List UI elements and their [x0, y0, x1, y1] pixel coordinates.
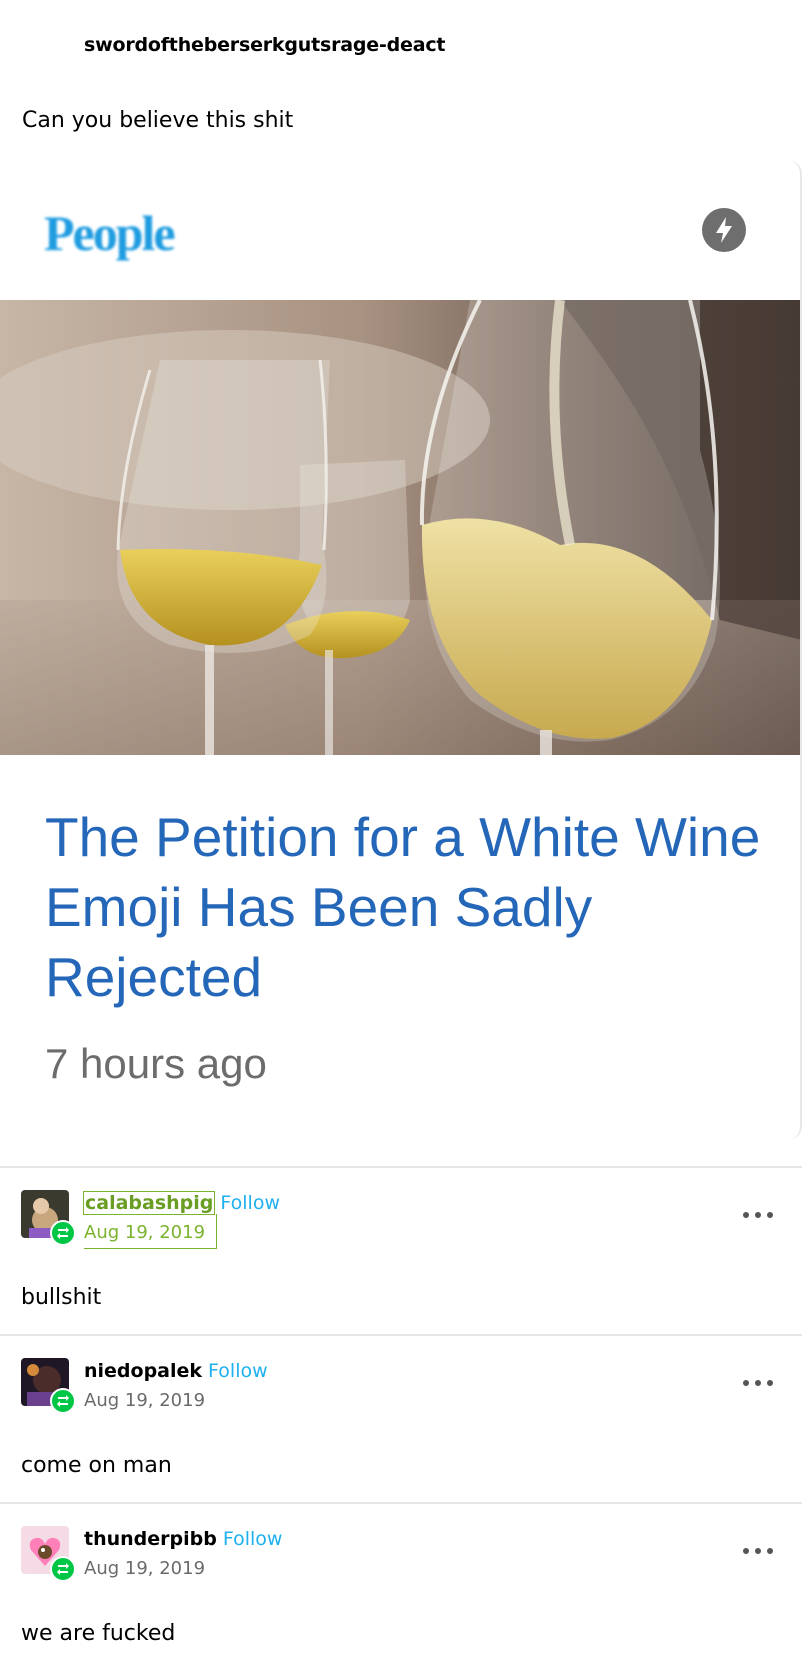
reblog-entry: thunderpibb Follow Aug 19, 2019 we are fu… — [0, 1502, 802, 1665]
follow-button[interactable]: Follow — [208, 1360, 268, 1382]
reblog-icon — [50, 1556, 76, 1582]
reblog-text: come on man — [21, 1453, 172, 1478]
more-options-icon[interactable] — [743, 1546, 775, 1556]
reblog-icon — [50, 1388, 76, 1414]
reblog-username[interactable]: calabashpig — [82, 1191, 216, 1215]
op-text: Can you believe this shit — [22, 108, 294, 133]
reblog-date[interactable]: Aug 19, 2019 — [84, 1558, 205, 1579]
post-header: swordoftheberserkgutsrage-deact — [0, 0, 802, 95]
link-card-title[interactable]: The Petition for a White Wine Emoji Has … — [45, 802, 765, 1012]
reblog-text: bullshit — [21, 1285, 102, 1310]
reblog-username[interactable]: niedopalek — [84, 1360, 202, 1382]
lightning-bolt-icon — [702, 208, 746, 252]
op-username[interactable]: swordoftheberserkgutsrage-deact — [84, 34, 445, 56]
link-card[interactable]: People The Petition for a White Wine Emo… — [0, 160, 802, 1140]
reblog-username-row: calabashpig Follow — [82, 1191, 280, 1215]
reblog-entry: niedopalek Follow Aug 19, 2019 come on ma… — [0, 1334, 802, 1504]
highlight-box — [84, 1214, 217, 1249]
reblog-icon — [50, 1220, 76, 1246]
reblog-entry: calabashpig Follow Aug 19, 2019 bullshit — [0, 1166, 802, 1336]
reblog-text: we are fucked — [21, 1621, 176, 1646]
reblog-username[interactable]: thunderpibb — [84, 1528, 217, 1550]
wine-glasses-image — [0, 300, 800, 755]
link-card-time: 7 hours ago — [45, 1040, 267, 1087]
link-card-header: People — [0, 160, 800, 300]
reblog-username-row: niedopalek Follow — [84, 1360, 268, 1382]
reblog-date[interactable]: Aug 19, 2019 — [84, 1390, 205, 1411]
follow-button[interactable]: Follow — [220, 1192, 280, 1214]
people-logo: People — [44, 205, 176, 261]
follow-button[interactable]: Follow — [223, 1528, 283, 1550]
reblog-username-row: thunderpibb Follow — [84, 1528, 282, 1550]
more-options-icon[interactable] — [743, 1378, 775, 1388]
more-options-icon[interactable] — [743, 1210, 775, 1220]
